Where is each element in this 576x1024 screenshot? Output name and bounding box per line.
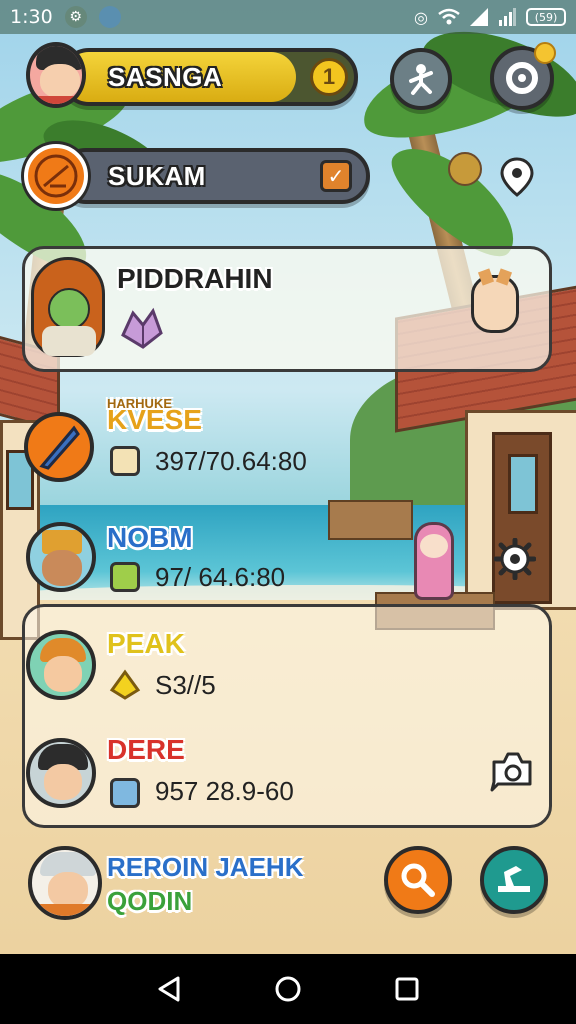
quest-check-icon[interactable]: ✓	[320, 160, 352, 192]
character-card[interactable]: PIDDRAHIN	[22, 246, 552, 372]
feather-avatar[interactable]	[24, 412, 94, 482]
villager-face	[420, 534, 448, 558]
player-avatar[interactable]	[26, 42, 86, 108]
stat-3-title: PEAK	[107, 628, 185, 659]
signal-icon-2	[499, 8, 516, 26]
stat-1-box-icon	[110, 446, 140, 476]
location-button[interactable]	[492, 152, 542, 202]
notification-dot-icon	[98, 6, 121, 28]
android-nav-bar	[0, 954, 576, 1024]
nobm-avatar[interactable]	[26, 522, 96, 592]
player-xp-bar[interactable]: SASNGA 1	[60, 48, 358, 106]
card-title: PIDDRAHIN	[117, 263, 273, 294]
location-status-icon: ◎	[414, 7, 428, 27]
camera-icon[interactable]	[488, 748, 536, 794]
coin-badge-value: 1	[322, 64, 336, 89]
gear-icon[interactable]	[494, 538, 536, 580]
door-window	[508, 454, 538, 514]
crystal-icon	[121, 307, 163, 349]
stat-4-title: DERE	[107, 734, 185, 765]
back-icon[interactable]	[156, 975, 182, 1003]
quest-icon[interactable]	[24, 144, 88, 208]
wifi-icon	[438, 8, 460, 25]
player-name: SASNGA	[108, 61, 223, 92]
run-button[interactable]	[390, 48, 452, 110]
status-bar: 1:30 ⚙ ◎ (59)	[0, 0, 576, 34]
wooden-pier	[328, 500, 413, 540]
character-portrait	[31, 257, 105, 357]
footer-avatar[interactable]	[28, 846, 102, 920]
pet-companion-icon	[471, 268, 519, 333]
run-icon	[409, 64, 433, 95]
search-button[interactable]	[384, 846, 452, 914]
battery-icon: (59)	[526, 8, 566, 26]
settings-button[interactable]	[490, 42, 556, 110]
stat-3-gold-icon	[109, 669, 141, 700]
status-time: 1:30	[10, 6, 53, 28]
notification-icon: ⚙	[64, 6, 87, 28]
stat-2-value: 97/ 64.6:80	[155, 562, 286, 592]
stat-4-gem-icon	[110, 778, 140, 808]
dere-avatar[interactable]	[26, 738, 96, 808]
build-icon	[498, 866, 530, 892]
stat-1-value: 397/70.64:80	[155, 446, 307, 476]
build-button[interactable]	[480, 846, 548, 914]
search-icon	[401, 863, 435, 897]
home-icon[interactable]	[274, 975, 302, 1003]
stat-4-value: 957 28.9-60	[155, 776, 294, 806]
peak-avatar[interactable]	[26, 630, 96, 700]
recents-icon[interactable]	[394, 976, 420, 1002]
location-pin-icon	[500, 157, 534, 197]
coin-badge[interactable]: 1	[310, 58, 348, 96]
stat-2-money-icon	[110, 562, 140, 592]
footer-sub: QODIN	[107, 886, 193, 916]
footer-name: REROIN JAEHK	[107, 852, 304, 882]
signal-icon	[470, 8, 488, 26]
quest-bar[interactable]: SUKAM ✓	[58, 148, 370, 204]
quest-emblem-icon	[34, 154, 78, 198]
stat-1-title: KVESE	[107, 404, 202, 435]
stat-3-value: S3//5	[155, 670, 216, 700]
coconuts	[448, 152, 482, 186]
feather-icon	[39, 425, 80, 470]
settings-badge-icon	[534, 42, 556, 64]
settings-gear-icon	[506, 62, 538, 94]
stat-2-title: NOBM	[107, 522, 193, 553]
quest-name: SUKAM	[108, 160, 206, 191]
